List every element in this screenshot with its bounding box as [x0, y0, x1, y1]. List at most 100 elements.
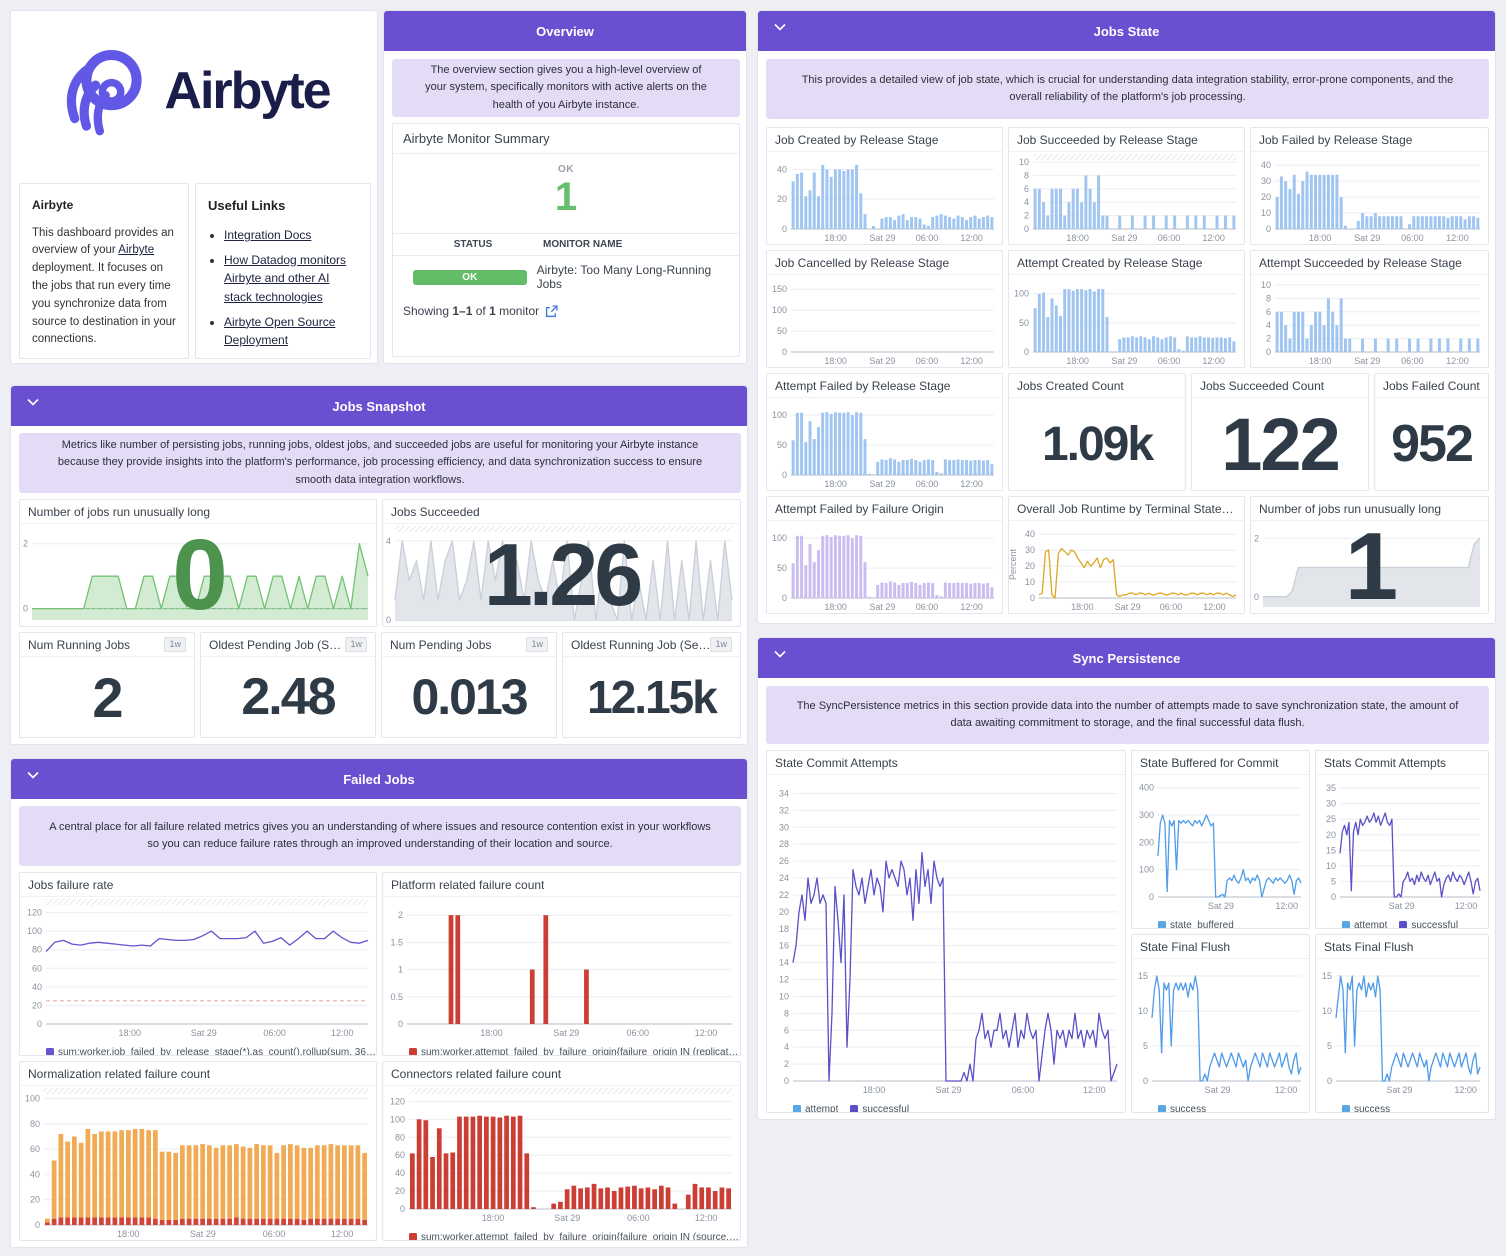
- svg-text:4: 4: [386, 536, 391, 546]
- widget-oldest-pending-job: Oldest Pending Job (Secs) 1w 2.48: [200, 632, 376, 738]
- overview-header[interactable]: Overview: [384, 11, 746, 51]
- svg-text:300: 300: [1139, 810, 1154, 820]
- widget-title: Oldest Running Job (Secs): [571, 637, 711, 652]
- chevron-down-icon[interactable]: [774, 23, 786, 31]
- unusually-long-chart[interactable]: 02: [1251, 521, 1488, 613]
- open-source-deployment-link[interactable]: Airbyte Open Source Deployment: [224, 315, 335, 348]
- svg-text:120: 120: [27, 908, 42, 918]
- attempt-failed-release-chart[interactable]: 0 50 100 18:00 Sat 29 06:00 12:00: [767, 398, 1002, 490]
- svg-text:06:00: 06:00: [263, 1229, 286, 1239]
- attempt-succeeded-chart[interactable]: 0 2 4 6 8 10 18:00 Sat 29 06:00 12:00: [1251, 275, 1488, 367]
- svg-text:8: 8: [1266, 293, 1271, 303]
- svg-text:20: 20: [1261, 192, 1271, 202]
- branding-card: Airbyte Airbyte This dashboard provides …: [10, 10, 378, 364]
- svg-text:5: 5: [1331, 876, 1336, 886]
- svg-text:32: 32: [779, 805, 789, 815]
- datadog-monitors-link[interactable]: How Datadog monitors Airbyte and other A…: [224, 253, 346, 304]
- state-commit-attempts-chart[interactable]: 0 2 4 6 8 10 12 14 16 18 20 22 24 26 28 30 32 34 18:00 Sat …: [767, 775, 1125, 1112]
- integration-docs-link[interactable]: Integration Docs: [224, 228, 311, 242]
- widget-connectors-failure-count: Connectors related failure count 0 20 40 60…: [382, 1061, 741, 1241]
- svg-text:14: 14: [779, 958, 789, 968]
- svg-text:0: 0: [784, 1076, 789, 1086]
- chevron-down-icon[interactable]: [27, 398, 39, 406]
- svg-text:2: 2: [1024, 211, 1029, 221]
- widget-job-failed: Job Failed by Release Stage 0 10 20 30 40 18:…: [1250, 127, 1489, 245]
- chart-legend[interactable]: attempt successful: [767, 1101, 1125, 1112]
- svg-text:0: 0: [782, 347, 787, 357]
- svg-text:60: 60: [30, 1144, 40, 1154]
- svg-text:10: 10: [1019, 157, 1029, 167]
- stats-final-flush-chart[interactable]: 0 5 10 15 Sat 29 12:00 success: [1316, 959, 1488, 1112]
- list-item: Integration Docs: [224, 226, 358, 245]
- airbyte-logo: Airbyte: [11, 43, 377, 139]
- platform-failure-chart[interactable]: 0 0.5 1 1.5 2 18:00 Sat 29 06:00 12:00 sum:worker…: [383, 897, 740, 1055]
- monitor-row[interactable]: OK Airbyte: Too Many Long-Running Jobs: [393, 256, 739, 298]
- svg-text:24: 24: [779, 873, 789, 883]
- chevron-down-icon[interactable]: [774, 650, 786, 658]
- job-cancelled-chart[interactable]: 0 50 100 150 18:00 Sat 29 06:00 12:00: [767, 275, 1002, 367]
- list-item: How Datadog monitors Airbyte and other A…: [224, 251, 358, 307]
- normalization-failure-chart[interactable]: 0 20 40 60 80 100 18:00 Sat 29 06:00 12:00: [20, 1086, 376, 1240]
- airbyte-link[interactable]: Airbyte: [118, 244, 154, 256]
- overall-runtime-chart[interactable]: 0 10 20 30 40 18:00 Sat 29 06:00 12:00 Percent: [1009, 521, 1244, 613]
- useful-links-list: Integration Docs How Datadog monitors Ai…: [208, 226, 358, 350]
- widget-title: Num Pending Jobs: [390, 637, 492, 652]
- chart-legend[interactable]: sum:worker.attempt_failed_by_failure_ori…: [383, 1044, 740, 1055]
- chart-legend[interactable]: success: [1132, 1101, 1309, 1112]
- svg-text:10: 10: [1025, 577, 1035, 587]
- attempt-created-chart[interactable]: 0 50 100 18:00 Sat 29 06:00 12:00: [1009, 275, 1244, 367]
- widget-jobs-created-count: Jobs Created Count 1.09k: [1008, 373, 1186, 491]
- svg-text:0: 0: [398, 1019, 403, 1029]
- svg-text:18:00: 18:00: [1071, 602, 1094, 612]
- connectors-failure-chart[interactable]: 0 20 40 60 80 100 120 18:00 Sat 29 06:00 12:00 sum:…: [383, 1086, 740, 1240]
- jobs-state-note: This provides a detailed view of job sta…: [766, 59, 1489, 119]
- svg-text:40: 40: [1261, 160, 1271, 170]
- job-succeeded-chart[interactable]: 0 2 4 6 8 10 18:00 Sat 29 06:00 12:00: [1009, 152, 1244, 244]
- widget-job-succeeded: Job Succeeded by Release Stage 0 2 4 6 8 10 18…: [1008, 127, 1245, 245]
- svg-text:15: 15: [1138, 971, 1148, 981]
- widget-normalization-failure-count: Normalization related failure count 0 20 4…: [19, 1061, 377, 1241]
- state-buffered-chart[interactable]: 0 100 200 300 400 Sat 29 12:00 state_buffered: [1132, 775, 1309, 928]
- monitor-name-link[interactable]: Airbyte: Too Many Long-Running Jobs: [537, 263, 729, 291]
- snapshot-unusually-long-chart[interactable]: 02: [20, 524, 376, 626]
- chevron-down-icon[interactable]: [27, 771, 39, 779]
- brand-name: Airbyte: [164, 62, 331, 120]
- external-link-icon[interactable]: [545, 304, 558, 318]
- chart-legend[interactable]: sum:worker.attempt_failed_by_failure_ori…: [383, 1229, 740, 1240]
- svg-text:06:00: 06:00: [916, 233, 939, 243]
- jobs-failure-rate-chart[interactable]: 0 20 40 60 80 100 120 18:00 Sat 29 06:00 12:00 sum:…: [20, 897, 376, 1055]
- svg-text:40: 40: [777, 164, 787, 174]
- svg-text:0: 0: [1149, 892, 1154, 902]
- state-final-flush-chart[interactable]: 0 5 10 15 Sat 29 12:00 success: [1132, 959, 1309, 1112]
- svg-text:22: 22: [779, 890, 789, 900]
- svg-text:Sat 29: Sat 29: [1354, 233, 1380, 243]
- svg-text:60: 60: [32, 963, 42, 973]
- svg-text:0: 0: [1024, 347, 1029, 357]
- job-created-chart[interactable]: 0 20 40 18:00 Sat 29 06:00 12:00: [767, 152, 1002, 244]
- sync-persistence-header[interactable]: Sync Persistence: [758, 638, 1495, 678]
- oldest-pending-job-value: 2.48: [241, 668, 336, 726]
- svg-text:Sat 29: Sat 29: [1386, 1085, 1412, 1095]
- section-title: Overview: [536, 23, 594, 39]
- svg-text:2: 2: [398, 910, 403, 920]
- svg-text:Sat 29: Sat 29: [1208, 901, 1234, 911]
- jobs-created-count-value: 1.09k: [1041, 417, 1154, 471]
- attempt-failed-origin-chart[interactable]: 0 50 100 18:00 Sat 29 06:00 12:00: [767, 521, 1002, 613]
- jobs-state-header[interactable]: Jobs State: [758, 11, 1495, 51]
- chart-legend[interactable]: state_buffered: [1132, 917, 1309, 928]
- chart-legend[interactable]: success: [1316, 1101, 1488, 1112]
- failed-jobs-header[interactable]: Failed Jobs: [11, 759, 747, 799]
- svg-text:0: 0: [782, 593, 787, 603]
- svg-text:18:00: 18:00: [824, 356, 847, 366]
- chart-legend[interactable]: sum:worker.job_failed_by_release_stage(*…: [20, 1044, 376, 1055]
- snapshot-jobs-succeeded-chart[interactable]: 04: [383, 524, 740, 626]
- chart-legend[interactable]: attempt successful: [1316, 917, 1488, 928]
- about-title: Airbyte: [32, 198, 74, 212]
- svg-text:50: 50: [777, 440, 787, 450]
- job-failed-chart[interactable]: 0 10 20 30 40 18:00 Sat 29 06:00 12:00: [1251, 152, 1488, 244]
- widget-title: Attempt Succeeded by Release Stage: [1259, 255, 1462, 270]
- stats-commit-attempts-chart[interactable]: 0 5 10 15 20 25 30 35 Sat 29 12:00 attempt successf…: [1316, 775, 1488, 928]
- svg-text:12:00: 12:00: [1275, 901, 1298, 911]
- jobs-snapshot-header[interactable]: Jobs Snapshot: [11, 386, 747, 426]
- svg-text:Sat 29: Sat 29: [869, 233, 895, 243]
